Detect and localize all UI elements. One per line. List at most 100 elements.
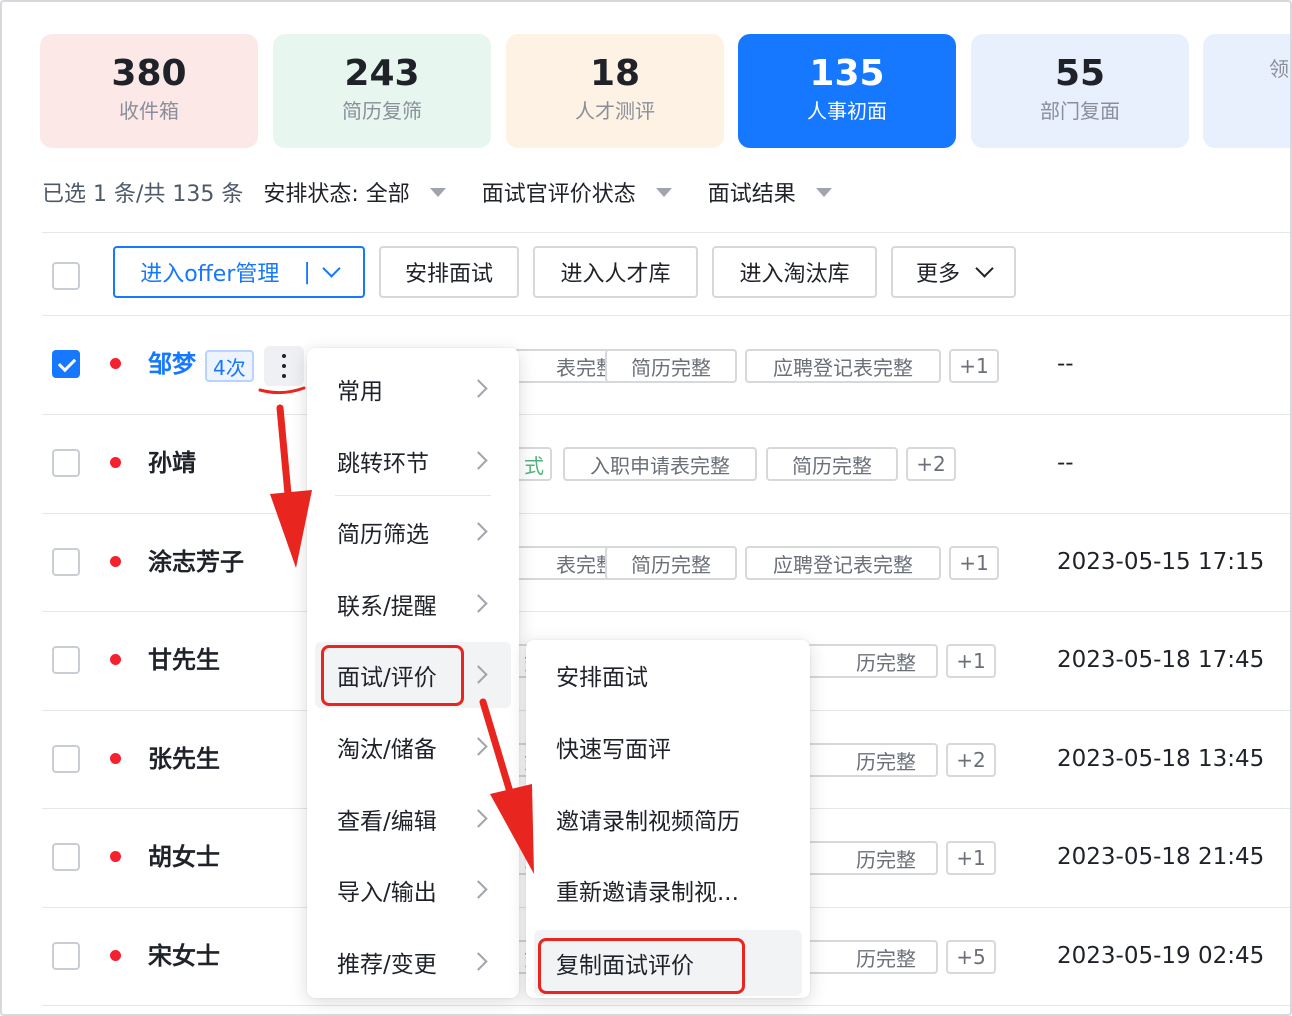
- chevron-right-icon: [469, 594, 488, 613]
- menu-item-jump-stage[interactable]: 跳转环节: [315, 428, 511, 494]
- window-frame: 380 收件箱 243 简历复筛 18 人才测评 135 人事初面 55 部门复…: [0, 0, 1292, 1016]
- status-dot: [110, 457, 121, 468]
- enter-talent-pool-button[interactable]: 进入人才库: [533, 246, 698, 298]
- more-vertical-icon[interactable]: [264, 346, 304, 386]
- candidate-name[interactable]: 宋女士: [148, 938, 220, 974]
- divider: [42, 1005, 1290, 1006]
- row-checkbox[interactable]: [52, 646, 80, 674]
- stage-card-hr-first-interview[interactable]: 135 人事初面: [738, 34, 956, 148]
- menu-divider: [335, 495, 491, 496]
- chevron-right-icon: [469, 522, 488, 541]
- schedule-status-filter[interactable]: 安排状态: 全部: [263, 176, 446, 208]
- interview-count-badge: 4次: [205, 350, 254, 382]
- tag-more-count[interactable]: +5: [946, 940, 996, 974]
- interview-time: --: [1057, 351, 1074, 377]
- annotation-highlight-box: [538, 938, 745, 994]
- candidate-name[interactable]: 涂志芳子: [148, 544, 244, 580]
- button-label: 进入offer管理: [140, 262, 280, 287]
- candidate-name[interactable]: 孙靖: [148, 445, 196, 481]
- tag-more-count[interactable]: +2: [906, 447, 956, 481]
- chevron-right-icon: [469, 952, 488, 971]
- stage-card-inbox[interactable]: 380 收件箱: [40, 34, 258, 148]
- menu-item-eliminate-reserve[interactable]: 淘汰/储备: [315, 714, 511, 780]
- interview-time: 2023-05-18 13:45: [1057, 746, 1265, 772]
- chevron-right-icon: [469, 880, 488, 899]
- menu-item-label: 淘汰/储备: [337, 737, 437, 763]
- menu-item-resume-screening[interactable]: 简历筛选: [315, 499, 511, 565]
- menu-item-contact-remind[interactable]: 联系/提醒: [315, 571, 511, 637]
- tag: 简历完整: [605, 349, 737, 383]
- schedule-interview-button[interactable]: 安排面试: [379, 246, 519, 298]
- row-checkbox[interactable]: [52, 942, 80, 970]
- chevron-down-icon[interactable]: [322, 258, 341, 278]
- row-checkbox[interactable]: [52, 843, 80, 871]
- button-label: 进入淘汰库: [739, 262, 850, 287]
- menu-item-label: 推荐/变更: [337, 952, 437, 978]
- interview-result-filter[interactable]: 面试结果: [708, 176, 832, 208]
- tag-more-count[interactable]: +2: [946, 743, 996, 777]
- menu-item-label: 安排面试: [556, 665, 648, 691]
- status-dot: [110, 950, 121, 961]
- submenu-item-reinvite-video[interactable]: 重新邀请录制视...: [534, 857, 802, 923]
- caret-down-icon: [815, 187, 832, 197]
- enter-offer-management-button[interactable]: 进入offer管理 |: [113, 246, 365, 298]
- tag-more-count[interactable]: +1: [946, 841, 996, 875]
- tag: 式: [516, 447, 552, 481]
- evaluation-status-filter[interactable]: 面试官评价状态: [482, 176, 672, 208]
- stage-label: 领: [1269, 57, 1289, 81]
- more-button[interactable]: 更多: [891, 246, 1016, 298]
- row-checkbox[interactable]: [52, 449, 80, 477]
- menu-item-import-export[interactable]: 导入/输出: [315, 857, 511, 923]
- candidate-name[interactable]: 胡女士: [148, 839, 220, 875]
- chevron-right-icon: [469, 737, 488, 756]
- menu-item-label: 简历筛选: [337, 522, 429, 548]
- status-dot: [110, 654, 121, 665]
- menu-item-common[interactable]: 常用: [315, 356, 511, 422]
- menu-item-recommend-change[interactable]: 推荐/变更: [315, 929, 511, 995]
- submenu-item-invite-video-resume[interactable]: 邀请录制视频简历: [534, 786, 802, 852]
- selection-count: 已选 1 条/共 135 条: [42, 182, 244, 207]
- stage-card-resume-rescreen[interactable]: 243 简历复筛: [273, 34, 491, 148]
- chevron-right-icon: [469, 665, 488, 684]
- tag-more-count[interactable]: +1: [949, 349, 999, 383]
- tag-more-count[interactable]: +1: [949, 546, 999, 580]
- enter-elimination-pool-button[interactable]: 进入淘汰库: [712, 246, 877, 298]
- annotation-highlight-box: [321, 645, 464, 706]
- stage-card-partial[interactable]: 领: [1203, 34, 1290, 148]
- stage-count: 18: [589, 53, 641, 94]
- table-row[interactable]: 孙靖 式 入职申请表完整 简历完整 +2 --: [42, 415, 1290, 513]
- status-dot: [110, 358, 121, 369]
- candidate-name[interactable]: 张先生: [148, 741, 220, 777]
- stage-count: 135: [809, 53, 885, 94]
- menu-item-label: 导入/输出: [337, 880, 437, 906]
- tag: 历完整: [802, 940, 938, 974]
- row-checkbox[interactable]: [52, 548, 80, 576]
- interview-time: 2023-05-18 17:45: [1057, 647, 1265, 673]
- submenu-item-quick-review[interactable]: 快速写面评: [534, 714, 802, 780]
- submenu-item-schedule-interview[interactable]: 安排面试: [534, 642, 802, 708]
- stage-label: 人才测评: [575, 99, 655, 123]
- button-label: 更多: [915, 262, 960, 287]
- menu-item-label: 重新邀请录制视...: [556, 880, 739, 906]
- tag: 历完整: [802, 841, 938, 875]
- candidate-name[interactable]: 邹梦: [148, 346, 196, 382]
- chevron-right-icon: [469, 379, 488, 398]
- stage-card-department-reinterview[interactable]: 55 部门复面: [971, 34, 1189, 148]
- chevron-right-icon: [469, 451, 488, 470]
- button-label: 安排面试: [404, 262, 493, 287]
- button-separator: |: [303, 259, 311, 285]
- row-checkbox[interactable]: [52, 350, 80, 378]
- tag-more-count[interactable]: +1: [946, 644, 996, 678]
- status-dot: [110, 753, 121, 764]
- tag: 简历完整: [605, 546, 737, 580]
- filter-label: 安排状态: 全部: [263, 182, 410, 207]
- table-row[interactable]: 涂志芳子 表完整 简历完整 应聘登记表完整 +1 2023-05-15 17:1…: [42, 514, 1290, 612]
- select-all-checkbox[interactable]: [52, 262, 80, 290]
- candidate-name[interactable]: 甘先生: [148, 642, 220, 678]
- menu-item-view-edit[interactable]: 查看/编辑: [315, 786, 511, 852]
- menu-item-label: 常用: [337, 379, 383, 405]
- filter-label: 面试结果: [707, 182, 796, 207]
- filter-label: 面试官评价状态: [481, 182, 636, 207]
- stage-card-talent-assessment[interactable]: 18 人才测评: [506, 34, 724, 148]
- row-checkbox[interactable]: [52, 745, 80, 773]
